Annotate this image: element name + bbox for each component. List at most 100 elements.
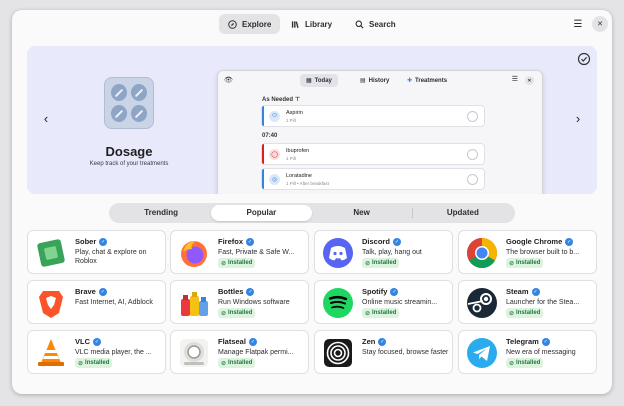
medication-color-bar xyxy=(262,169,264,189)
tab-popular[interactable]: Popular xyxy=(211,205,312,221)
check-icon: ⊘ xyxy=(221,360,227,367)
app-name: Telegram ✓ xyxy=(506,337,550,346)
app-name-text: Spotify xyxy=(362,287,388,296)
app-card-spotify[interactable]: Spotify ✓ Online music streamin... ⊘ Insta… xyxy=(314,280,453,324)
app-description: Talk, play, hang out xyxy=(362,249,422,256)
tab-trending[interactable]: Trending xyxy=(111,205,211,221)
chrome-icon xyxy=(466,238,498,269)
app-name-text: Bottles xyxy=(218,287,244,296)
app-name-text: VLC xyxy=(75,337,90,346)
installed-badge: ⊘ Installed xyxy=(362,258,400,268)
preview-tab-history: ▤ History xyxy=(354,74,395,87)
medication-color-bar xyxy=(262,144,264,164)
installed-label: Installed xyxy=(228,260,253,266)
medication-name: Aspirin xyxy=(286,110,303,116)
installed-badge: ⊘ Installed xyxy=(218,358,256,368)
app-card-vlc[interactable]: VLC ✓ VLC media player, the ... ⊘ Installe… xyxy=(27,330,166,374)
app-name-text: Zen xyxy=(362,337,376,346)
check-icon: ⊘ xyxy=(221,310,227,317)
check-icon: ⊘ xyxy=(365,310,371,317)
firefox-icon xyxy=(181,241,207,267)
app-card-discord[interactable]: Discord ✓ Talk, play, hang out ⊘ Installed xyxy=(314,230,453,274)
verified-icon: ✓ xyxy=(98,287,107,296)
check-icon: ⊘ xyxy=(365,260,371,267)
verified-icon: ✓ xyxy=(248,337,257,346)
verified-icon: ✓ xyxy=(246,237,255,246)
tab-library[interactable]: Library xyxy=(282,14,341,34)
installed-label: Installed xyxy=(516,310,541,316)
close-icon[interactable]: ✕ xyxy=(592,16,608,32)
installed-badge: ⊘ Installed xyxy=(506,258,544,268)
app-description: New era of messaging xyxy=(506,349,576,356)
verified-icon: ✓ xyxy=(246,287,255,296)
discord-icon xyxy=(323,238,353,268)
installed-badge: ⊘ Installed xyxy=(506,358,544,368)
installed-label: Installed xyxy=(516,360,541,366)
medication-card: ◎ Loratadine 1 Pill • After breakfast xyxy=(261,168,485,190)
installed-badge: ⊘ Installed xyxy=(218,258,256,268)
chevron-right-icon[interactable]: › xyxy=(570,108,586,128)
installed-label: Installed xyxy=(372,310,397,316)
medication-detail: 1 Pill xyxy=(286,118,296,123)
tab-library-label: Library xyxy=(305,19,333,29)
app-name: Spotify ✓ xyxy=(362,287,399,296)
preview-tab-treatments-label: Treatments xyxy=(415,77,448,84)
check-icon: ⊘ xyxy=(78,360,84,367)
app-name: Zen ✓ xyxy=(362,337,387,346)
installed-badge: ⊘ Installed xyxy=(75,358,113,368)
verified-icon: ✓ xyxy=(392,237,401,246)
pill-icon: ◎ xyxy=(269,174,280,185)
zen-icon xyxy=(324,339,352,367)
tab-search-label: Search xyxy=(369,19,396,29)
app-name-text: Steam xyxy=(506,287,529,296)
section-as-needed: As Needed ⊤ xyxy=(262,96,300,103)
chevron-left-icon[interactable]: ‹ xyxy=(38,108,54,128)
verified-icon: ✓ xyxy=(99,237,108,246)
tab-search[interactable]: Search xyxy=(346,14,405,34)
app-card-telegram[interactable]: Telegram ✓ New era of messaging ⊘ Installe… xyxy=(458,330,597,374)
app-card-brave[interactable]: Brave ✓ Fast Internet, AI, Adblock xyxy=(27,280,166,324)
section-time: 07:40 xyxy=(262,133,278,139)
medication-name: Ibuprofen xyxy=(286,148,310,154)
medication-check-radio xyxy=(467,149,478,160)
verified-icon: ✓ xyxy=(541,337,550,346)
compass-icon xyxy=(228,19,237,29)
pills-icon: ✚ xyxy=(407,78,413,84)
app-card-sober[interactable]: Sober ✓ Play, chat & explore on Roblox xyxy=(27,230,166,274)
pill-icon: ◯ xyxy=(269,149,280,160)
app-card-flatseal[interactable]: Flatseal ✓ Manage Flatpak permi... ⊘ Insta… xyxy=(170,330,309,374)
app-card-bottles[interactable]: Bottles ✓ Run Windows software ⊘ Installed xyxy=(170,280,309,324)
tab-explore-label: Explore xyxy=(242,19,272,29)
app-name: Flatseal ✓ xyxy=(218,337,257,346)
app-description: Fast, Private & Safe W... xyxy=(218,249,295,256)
search-icon xyxy=(355,20,364,29)
check-icon: ⊘ xyxy=(221,260,227,267)
library-icon xyxy=(291,20,299,28)
app-description: VLC media player, the ... xyxy=(75,349,152,356)
tab-explore[interactable]: Explore xyxy=(219,14,281,34)
section-as-needed-label: As Needed xyxy=(262,97,294,103)
app-name: Brave ✓ xyxy=(75,287,107,296)
app-name: Bottles ✓ xyxy=(218,287,255,296)
app-card-steam[interactable]: Steam ✓ Launcher for the Stea... ⊘ Install… xyxy=(458,280,597,324)
hamburger-menu-icon[interactable]: ☰ xyxy=(570,16,586,32)
medication-card: ◯ Ibuprofen 1 Pill xyxy=(261,143,485,165)
app-card-firefox[interactable]: Firefox ✓ Fast, Private & Safe W... ⊘ Inst… xyxy=(170,230,309,274)
app-description: The browser built to b... xyxy=(506,249,580,256)
vlc-icon xyxy=(38,339,64,366)
medication-check-radio xyxy=(467,174,478,185)
app-name-text: Telegram xyxy=(506,337,539,346)
check-icon: ⊘ xyxy=(509,260,515,267)
medication-detail: 1 Pill • After breakfast xyxy=(286,181,329,186)
preview-header: 👁 ▦ Today ▤ History ✚ Treatments ☰ ✕ xyxy=(218,71,542,91)
featured-banner[interactable]: ‹ › Dosage Keep track of your treatments… xyxy=(27,46,597,194)
app-card-zen[interactable]: Zen ✓ Stay focused, browse faster xyxy=(314,330,453,374)
verified-icon: ✓ xyxy=(531,287,540,296)
verified-icon: ✓ xyxy=(390,287,399,296)
app-card-google-chrome[interactable]: Google Chrome ✓ The browser built to b...… xyxy=(458,230,597,274)
installed-label: Installed xyxy=(372,260,397,266)
installed-label: Installed xyxy=(228,310,253,316)
tab-new[interactable]: New xyxy=(312,205,412,221)
tab-updated[interactable]: Updated xyxy=(413,205,513,221)
app-name: Discord ✓ xyxy=(362,237,401,246)
